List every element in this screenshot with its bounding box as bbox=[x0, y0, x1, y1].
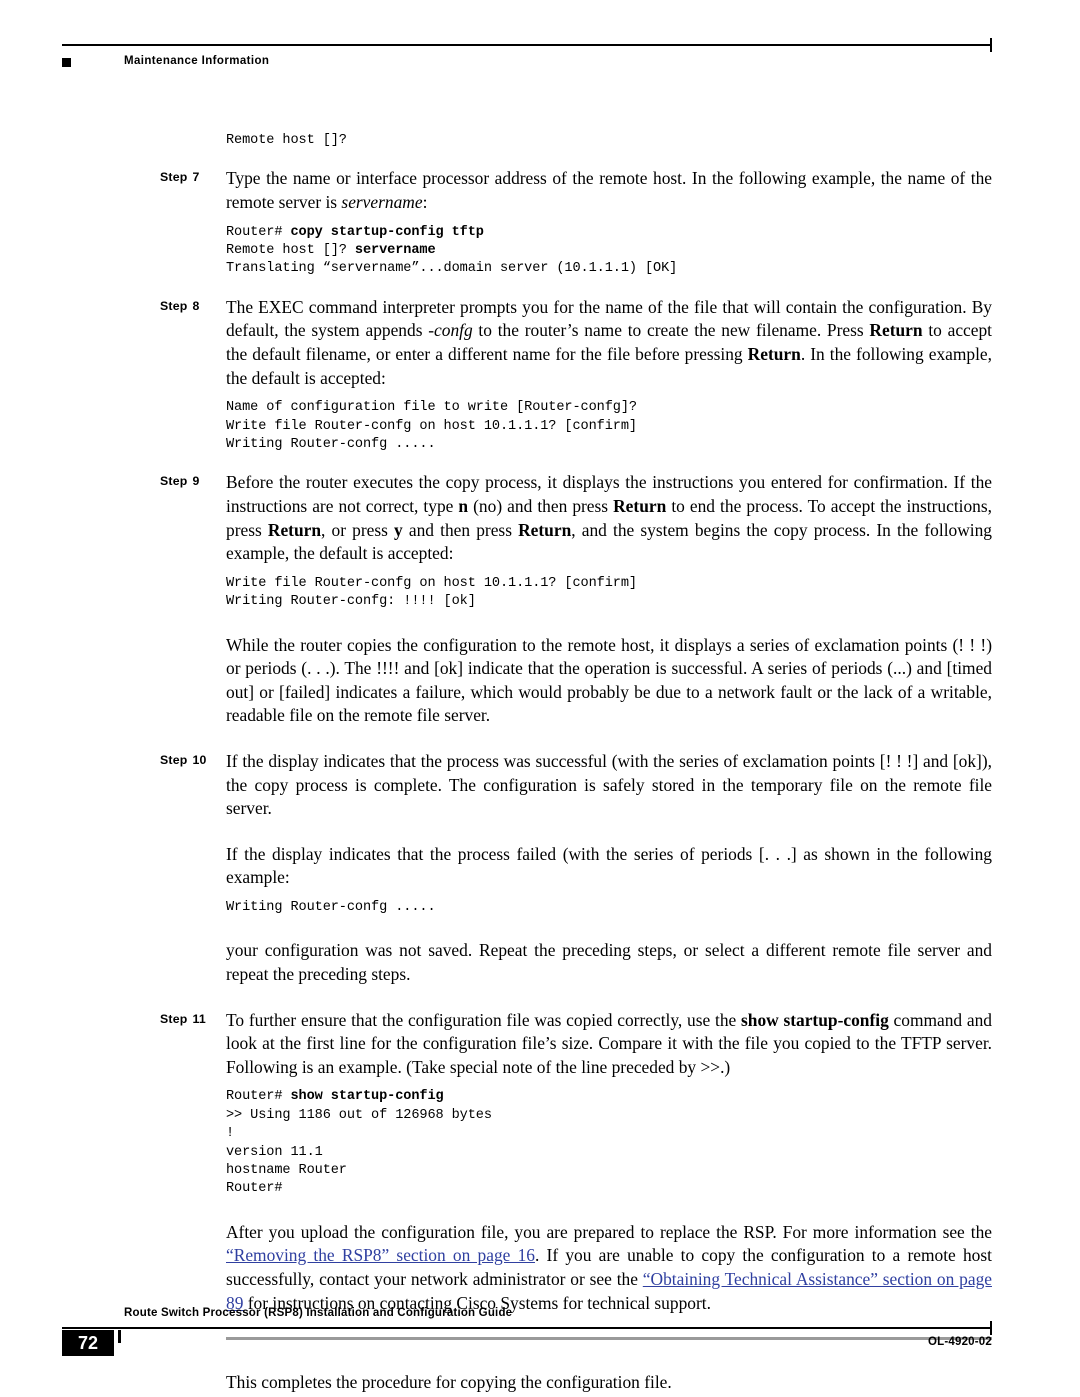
page-header: Maintenance Information bbox=[62, 38, 992, 70]
step-9-text: Before the router executes the copy proc… bbox=[226, 472, 992, 564]
header-bullet-icon bbox=[62, 58, 71, 67]
step-11-label: Step 11 bbox=[160, 1011, 206, 1026]
step-7-text: Type the name or interface processor add… bbox=[226, 168, 992, 212]
page-number: 72 bbox=[62, 1330, 114, 1356]
header-rule-tick bbox=[990, 38, 992, 52]
paragraph-process-failed: If the display indicates that the proces… bbox=[226, 843, 992, 888]
document-page: Maintenance Information Remote host []? … bbox=[0, 0, 1080, 1397]
step-9-label: Step 9 bbox=[160, 474, 200, 489]
paragraph-final: This completes the procedure for copying… bbox=[226, 1371, 672, 1392]
paragraph-not-saved: your configuration was not saved. Repeat… bbox=[226, 940, 992, 984]
step-8: Step 8 The EXEC command interpreter promp… bbox=[160, 296, 992, 390]
code-step9: Write file Router-confg on host 10.1.1.1… bbox=[226, 575, 637, 610]
code-step11: Router# show startup-config >> Using 118… bbox=[226, 1089, 492, 1197]
page-footer: Route Switch Processor (RSP8) Installati… bbox=[62, 1307, 992, 1367]
footer-title: Route Switch Processor (RSP8) Installati… bbox=[124, 1307, 513, 1319]
running-head: Maintenance Information bbox=[124, 55, 270, 67]
step-7-label: Step 7 bbox=[160, 170, 200, 185]
code-step8: Name of configuration file to write [Rou… bbox=[226, 400, 637, 452]
footer-tick-left bbox=[118, 1330, 121, 1343]
code-pre-step7: Remote host []? bbox=[226, 133, 347, 148]
paragraph-copy-progress: While the router copies the configuratio… bbox=[226, 634, 992, 726]
step-10-text: If the display indicates that the proces… bbox=[226, 750, 992, 819]
step-7: Step 7 Type the name or interface process… bbox=[160, 167, 992, 214]
footer-rule-tick bbox=[990, 1321, 992, 1335]
code-step10: Writing Router-confg ..... bbox=[226, 899, 436, 915]
step-8-label: Step 8 bbox=[160, 298, 200, 313]
step-8-text: The EXEC command interpreter prompts you… bbox=[226, 296, 993, 388]
code-step7: Router# copy startup-config tftp Remote … bbox=[226, 224, 678, 277]
link-removing-rsp8[interactable]: “Removing the RSP8” section on page 16 bbox=[226, 1245, 535, 1265]
step-9: Step 9 Before the router executes the cop… bbox=[160, 471, 992, 565]
header-rule bbox=[62, 38, 992, 52]
step-10-label: Step 10 bbox=[160, 752, 207, 767]
step-10: Step 10 If the display indicates that the… bbox=[160, 750, 992, 821]
step-11-text: To further ensure that the configuration… bbox=[226, 1009, 992, 1077]
document-id: OL-4920-02 bbox=[927, 1336, 992, 1348]
page-content: Remote host []? Step 7 Type the name or i… bbox=[160, 132, 992, 1394]
step-11: Step 11 To further ensure that the config… bbox=[160, 1009, 992, 1080]
footer-rule bbox=[62, 1321, 992, 1335]
paragraph-closing: After you upload the configuration file,… bbox=[226, 1221, 992, 1313]
